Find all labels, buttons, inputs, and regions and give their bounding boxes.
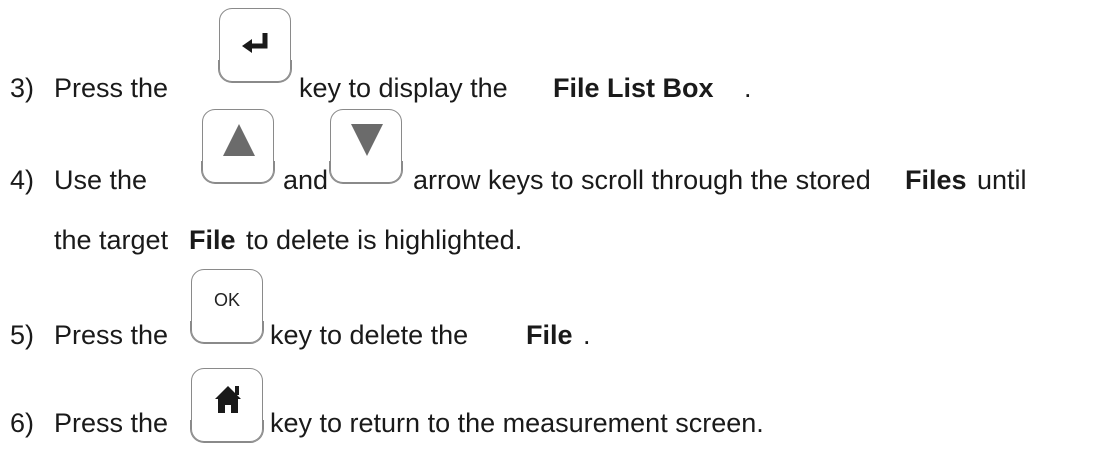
step-text: the target [54,225,169,255]
step-text: Use the [54,165,148,195]
step-text: . [744,73,752,103]
step-text: key to delete the [270,320,469,350]
step-text: arrow keys to scroll through the stored [413,165,871,195]
step-number: 6) [10,408,35,438]
home-icon [215,386,241,413]
home-key [190,368,264,443]
ok-key: OK [190,269,264,344]
step-text: key to return to the measurement screen. [270,408,764,438]
enter-key [218,8,292,83]
bold-term: File List Box [553,73,714,103]
down-arrow-icon [351,124,383,156]
bold-term: File [189,225,236,255]
step-number: 3) [10,73,35,103]
step-text: . [583,320,591,350]
bold-term: File [526,320,573,350]
step-text: key to display the [299,73,508,103]
enter-return-icon [242,33,268,53]
bold-term: Files [905,165,967,195]
step-text: until [977,165,1027,195]
down-key [329,109,403,184]
ok-key-icon: OK [213,290,240,310]
step-text: Press the [54,73,169,103]
up-arrow-icon [223,124,255,156]
step-number: 5) [10,320,35,350]
step-text: to delete is highlighted. [246,225,523,255]
step-text: Press the [54,320,169,350]
up-key [201,109,275,184]
step-number: 4) [10,165,35,195]
step-text: and [283,165,329,195]
step-text: Press the [54,408,169,438]
